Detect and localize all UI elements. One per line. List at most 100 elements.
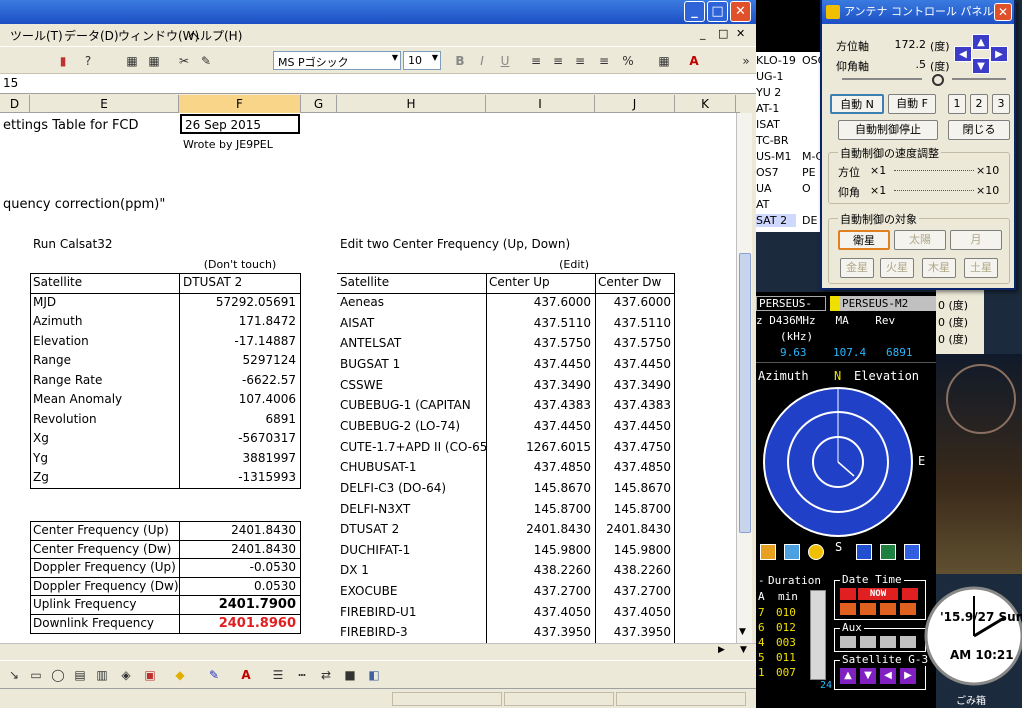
auto-n-button[interactable]: 自動 N bbox=[830, 94, 884, 114]
wordart-tool-icon[interactable]: ▥ bbox=[94, 667, 110, 683]
rtable-row-up[interactable]: 437.5750 bbox=[486, 334, 595, 353]
rtable-row-up[interactable]: 437.3490 bbox=[486, 376, 595, 395]
rtable-header-down[interactable]: Center Dw bbox=[595, 273, 675, 292]
rtable-row-up[interactable]: 437.6000 bbox=[486, 293, 595, 312]
rtable-row-satellite[interactable]: ANTELSAT bbox=[337, 334, 486, 353]
preset-3-button[interactable]: 3 bbox=[992, 94, 1010, 114]
globe-icon[interactable] bbox=[856, 544, 872, 560]
table-row-value[interactable]: 5297124 bbox=[180, 351, 300, 370]
col-j[interactable]: J bbox=[595, 95, 675, 113]
rtable-row-up[interactable]: 145.8700 bbox=[486, 500, 595, 519]
scroll-down-icon[interactable]: ▼ bbox=[739, 627, 746, 637]
rtable-row-up[interactable]: 145.9800 bbox=[486, 541, 595, 560]
freq-row-label[interactable]: Downlink Frequency bbox=[30, 614, 179, 633]
rtable-row-up[interactable]: 437.2700 bbox=[486, 582, 595, 601]
rtable-row-up[interactable]: 437.4850 bbox=[486, 458, 595, 477]
chart-icon[interactable]: ▮ bbox=[55, 53, 71, 69]
rtable-row-down[interactable]: 438.2260 bbox=[595, 561, 675, 580]
rtable-row-down[interactable]: 437.4750 bbox=[595, 438, 675, 457]
tab-perseus-m2[interactable]: PERSEUS-M2 bbox=[840, 296, 936, 311]
3d-icon[interactable]: ◧ bbox=[366, 667, 382, 683]
target-satellite-button[interactable]: 衛星 bbox=[838, 230, 890, 250]
hscroll-right-icon[interactable]: ▶ bbox=[718, 645, 725, 655]
col-d[interactable]: D bbox=[0, 95, 30, 113]
dt-next-button[interactable] bbox=[902, 588, 918, 600]
rtable-row-satellite[interactable]: DUCHIFAT-1 bbox=[337, 541, 486, 560]
rtable-row-down[interactable]: 437.5110 bbox=[595, 314, 675, 333]
scroll-thumb[interactable] bbox=[739, 253, 751, 533]
line-style-icon[interactable]: ☰ bbox=[270, 667, 286, 683]
col-k[interactable]: K bbox=[675, 95, 736, 113]
freq-row-value[interactable]: -0.0530 bbox=[180, 558, 300, 577]
table-row-label[interactable]: Yg bbox=[30, 449, 179, 468]
dt-day-button[interactable] bbox=[860, 603, 876, 615]
rtable-row-down[interactable]: 437.3490 bbox=[595, 376, 675, 395]
rtable-row-up[interactable]: 2401.8430 bbox=[486, 520, 595, 539]
rtable-row-satellite[interactable]: DX 1 bbox=[337, 561, 486, 580]
freq-row-label[interactable]: Doppler Frequency (Up) bbox=[30, 558, 179, 577]
rtable-row-satellite[interactable]: CUTE-1.7+APD II (CO-65 bbox=[337, 438, 486, 457]
freq-row-value[interactable]: 2401.8960 bbox=[180, 614, 300, 633]
table-icon[interactable]: ▦ bbox=[146, 53, 162, 69]
formula-bar[interactable]: 15 bbox=[0, 74, 756, 94]
rtable-row-up[interactable]: 1267.6015 bbox=[486, 438, 595, 457]
rtable-row-satellite[interactable]: DELFI-C3 (DO-64) bbox=[337, 479, 486, 498]
satellite-list-item[interactable]: OS7 bbox=[756, 166, 796, 179]
toggle-icon-1[interactable] bbox=[760, 544, 776, 560]
line-color-icon[interactable]: ✎ bbox=[206, 667, 222, 683]
rtable-row-down[interactable]: 437.6000 bbox=[595, 293, 675, 312]
table-header-satellite[interactable]: Satellite bbox=[30, 273, 179, 292]
dt-week-button[interactable] bbox=[840, 603, 856, 615]
rtable-row-satellite[interactable]: FIREBIRD-3 bbox=[337, 623, 486, 642]
satellite-list-item[interactable]: UG-1 bbox=[756, 70, 796, 83]
sheet-grid[interactable]: ettings Table for FCD 26 Sep 2015 Wrote … bbox=[0, 113, 736, 643]
grid-icon[interactable] bbox=[904, 544, 920, 560]
preset-2-button[interactable]: 2 bbox=[970, 94, 988, 114]
panel-close-button[interactable]: 閉じる bbox=[948, 120, 1010, 140]
rtable-row-satellite[interactable]: CUBEBUG-1 (CAPITAN bbox=[337, 396, 486, 415]
table-row-label[interactable]: Range Rate bbox=[30, 371, 179, 390]
rtable-row-up[interactable]: 437.4450 bbox=[486, 355, 595, 374]
table-row-label[interactable]: Azimuth bbox=[30, 312, 179, 331]
col-e[interactable]: E bbox=[30, 95, 179, 113]
vertical-scrollbar[interactable]: ▼ bbox=[736, 113, 752, 643]
pan-slider[interactable] bbox=[842, 78, 922, 80]
table-row-value[interactable]: 6891 bbox=[180, 410, 300, 429]
close-button[interactable]: ✕ bbox=[730, 1, 751, 22]
now-button[interactable]: NOW bbox=[858, 588, 898, 600]
oval-tool-icon[interactable]: ◯ bbox=[50, 667, 66, 683]
satellite-list-item[interactable]: ISAT bbox=[756, 118, 796, 131]
freeze-icon[interactable]: ▦ bbox=[124, 53, 140, 69]
dash-style-icon[interactable]: ┅ bbox=[294, 667, 310, 683]
textbox-tool-icon[interactable]: ▤ bbox=[72, 667, 88, 683]
freq-row-label[interactable]: Uplink Frequency bbox=[30, 595, 179, 614]
table-row-label[interactable]: Revolution bbox=[30, 410, 179, 429]
target-jupiter-button[interactable]: 木星 bbox=[922, 258, 956, 278]
table-row-label[interactable]: Xg bbox=[30, 429, 179, 448]
target-saturn-button[interactable]: 土星 bbox=[964, 258, 998, 278]
down-arrow-icon[interactable]: ▼ bbox=[972, 58, 990, 74]
tilt-slider[interactable] bbox=[952, 78, 1006, 80]
freq-row-label[interactable]: Center Frequency (Dw) bbox=[30, 540, 179, 559]
rtable-row-down[interactable]: 437.3950 bbox=[595, 623, 675, 642]
satellite-list-item[interactable]: YU 2 bbox=[756, 86, 796, 99]
freq-row-label[interactable]: Doppler Frequency (Dw) bbox=[30, 577, 179, 596]
doc-restore-icon[interactable]: □ bbox=[718, 27, 728, 40]
draw-font-color-icon[interactable]: A bbox=[238, 667, 254, 683]
aux-button-2[interactable] bbox=[860, 636, 876, 648]
rtable-row-down[interactable]: 437.4050 bbox=[595, 603, 675, 622]
rtable-row-down[interactable]: 437.5750 bbox=[595, 334, 675, 353]
doc-minimize-icon[interactable]: _ bbox=[700, 27, 706, 40]
justify-icon[interactable]: ≡ bbox=[596, 53, 612, 69]
preset-1-button[interactable]: 1 bbox=[948, 94, 966, 114]
rtable-row-down[interactable]: 437.4450 bbox=[595, 417, 675, 436]
menu-tools[interactable]: ツール(T) bbox=[10, 27, 63, 44]
shadow-icon[interactable]: ■ bbox=[342, 667, 358, 683]
rtable-row-up[interactable]: 437.4450 bbox=[486, 417, 595, 436]
satellite-list-item[interactable]: TC-BR bbox=[756, 134, 796, 147]
speed-el-slider[interactable] bbox=[894, 190, 974, 191]
underline-button[interactable]: U bbox=[497, 53, 513, 69]
aux-button-3[interactable] bbox=[880, 636, 896, 648]
align-right-icon[interactable]: ≡ bbox=[572, 53, 588, 69]
antenna-close-button[interactable]: ✕ bbox=[994, 3, 1012, 21]
